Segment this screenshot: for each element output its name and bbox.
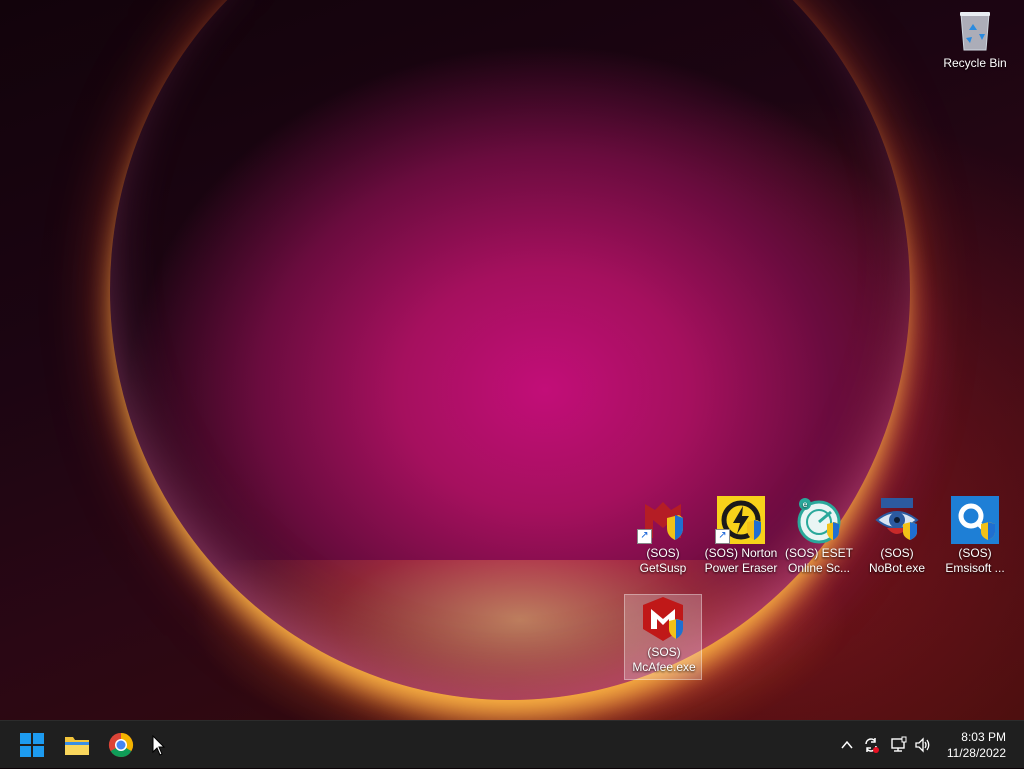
file-explorer-button[interactable]: [61, 729, 93, 761]
eset-online-scanner-label: (SOS) ESET Online Sc...: [784, 546, 853, 575]
mouse-cursor-icon: [152, 735, 166, 756]
recycle-bin-icon: [951, 6, 999, 54]
getsusp-label: (SOS) GetSusp: [639, 546, 687, 575]
nobot-label: (SOS) NoBot.exe: [868, 546, 926, 575]
volume-icon[interactable]: [914, 736, 932, 754]
desktop-icon-getsusp[interactable]: ↗ (SOS) GetSusp: [624, 496, 702, 582]
shortcut-arrow-icon: ↗: [637, 529, 652, 544]
desktop-icon-mcafee[interactable]: (SOS) McAfee.exe: [624, 594, 702, 680]
wallpaper-warm-glow: [190, 560, 850, 720]
start-button[interactable]: [16, 729, 48, 761]
system-tray: [836, 721, 936, 769]
recycle-bin-label: Recycle Bin: [943, 56, 1007, 70]
folder-icon: [65, 737, 89, 755]
emsisoft-icon: [951, 496, 999, 544]
chrome-button[interactable]: [105, 729, 137, 761]
mcafee-label: (SOS) McAfee.exe: [632, 645, 696, 674]
windows-logo-icon: [20, 733, 44, 757]
clock-date: 11/28/2022: [946, 746, 1006, 760]
wallpaper-arc: [110, 0, 910, 700]
sync-icon[interactable]: [862, 736, 880, 754]
clock-time: 8:03 PM: [961, 730, 1006, 744]
desktop-icon-nobot[interactable]: (SOS) NoBot.exe: [858, 496, 936, 582]
chrome-icon: [108, 733, 134, 758]
norton-power-eraser-label: (SOS) Norton Power Eraser: [704, 546, 778, 575]
getsusp-icon: ↗: [637, 496, 687, 544]
mcafee-icon: [639, 595, 687, 643]
eset-online-scanner-icon: e: [795, 496, 843, 544]
desktop-icon-recycle-bin[interactable]: Recycle Bin: [936, 6, 1014, 92]
norton-power-eraser-icon: ↗: [715, 496, 765, 544]
clock[interactable]: 8:03 PM 11/28/2022: [947, 729, 1006, 761]
desktop-icon-emsisoft[interactable]: (SOS) Emsisoft ...: [936, 496, 1014, 582]
desktop-icon-norton-power-eraser[interactable]: ↗ (SOS) Norton Power Eraser: [702, 496, 780, 582]
desktop-icon-eset-online-scanner[interactable]: e (SOS) ESET Online Sc...: [780, 496, 858, 582]
emsisoft-label: (SOS) Emsisoft ...: [945, 546, 1005, 575]
network-icon[interactable]: [890, 736, 908, 754]
chevron-up-icon[interactable]: [840, 738, 854, 752]
nobot-icon: [873, 496, 921, 544]
shortcut-arrow-icon: ↗: [715, 529, 730, 544]
svg-text:e: e: [803, 500, 808, 509]
desktop: Recycle Bin ↗ (SOS) GetSusp ↗ (SOS) Nort: [0, 0, 1024, 720]
